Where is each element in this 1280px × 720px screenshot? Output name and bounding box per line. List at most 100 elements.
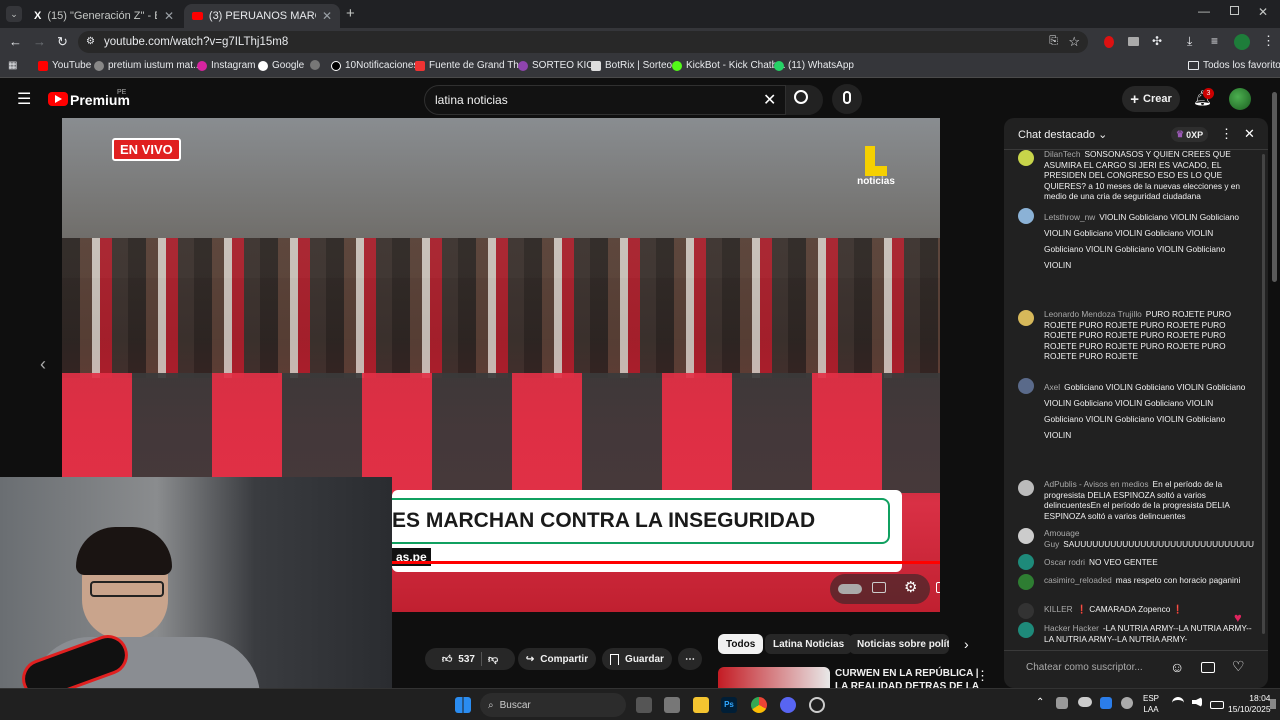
discord-icon[interactable] [780, 697, 796, 713]
bookmark-kickbot[interactable]: KickBot - Kick Chatb... [672, 60, 785, 71]
bookmark-google[interactable]: Google [258, 60, 304, 71]
more-actions-button[interactable]: ⋯ [678, 648, 702, 670]
autoplay-toggle[interactable] [838, 584, 862, 594]
install-app-icon[interactable]: ⎘ [1049, 35, 1058, 48]
bookmark-instagram[interactable]: Instagram [197, 60, 255, 71]
download-icon[interactable]: ⤓ [1187, 34, 1192, 49]
bookmark-whatsapp[interactable]: (11) WhatsApp [774, 60, 854, 71]
related-title-1[interactable]: CURWEN EN LA REPÚBLICA | [835, 668, 979, 679]
page-scrollbar[interactable] [1272, 92, 1277, 282]
chat-message: Letsthrow_nw VIOLIN Gobliciano VIOLIN Gob… [1044, 212, 1239, 270]
forward-icon[interactable]: → [33, 34, 46, 49]
chat-message: DilanTech SONSONASOS Y QUIEN CREES QUE AS… [1044, 149, 1241, 202]
x-icon: X [34, 10, 42, 22]
bookmark-globe[interactable] [310, 60, 320, 70]
tab-list-button[interactable]: ⌄ [6, 6, 22, 22]
notification-badge: 3 [1203, 88, 1214, 99]
extension-red-icon[interactable] [1104, 36, 1114, 48]
previous-arrow-icon[interactable]: ‹ [40, 354, 46, 375]
tab-x-search[interactable]: X (15) "Generación Z" - Buscar / X ✕ [26, 4, 182, 28]
back-icon[interactable]: ← [9, 34, 22, 49]
cloud-icon[interactable] [1078, 697, 1092, 707]
chat-mode-dropdown[interactable]: Chat destacado ⌄ [1018, 128, 1107, 141]
chat-scrollbar[interactable] [1262, 154, 1265, 634]
reload-icon[interactable]: ↻ [57, 34, 68, 50]
chat-message: Oscar rodri NO VEO GENTEE [1044, 557, 1158, 567]
chat-input[interactable]: Chatear como suscriptor... [1026, 662, 1143, 673]
bookmark-10notificaciones[interactable]: 10Notificaciones [331, 60, 418, 71]
clear-search-icon[interactable]: ✕ [763, 90, 776, 110]
app-circle-icon[interactable] [809, 697, 825, 713]
share-button[interactable]: ↪ Compartir [518, 648, 596, 670]
restore-icon[interactable] [1230, 6, 1239, 15]
task-view-icon[interactable] [636, 697, 652, 713]
points-badge[interactable]: ♛ 0XP [1171, 127, 1209, 142]
avatar [1018, 480, 1034, 496]
heart-icon[interactable]: ♡ [1232, 658, 1245, 675]
like-button[interactable]: 👍︎ 537 👎︎ [425, 648, 515, 670]
account-avatar[interactable] [1229, 88, 1251, 110]
thumbs-down-icon: 👎︎ [487, 654, 499, 665]
chip-next-icon[interactable]: › [964, 636, 969, 652]
wifi-icon[interactable] [1172, 697, 1184, 709]
photoshop-icon[interactable]: Ps [721, 697, 737, 713]
bookmark-all-favorites[interactable]: Todos los favoritos [1188, 60, 1280, 71]
bookmark-star-icon[interactable]: ☆ [1068, 34, 1080, 50]
notification-center-icon[interactable] [1270, 699, 1276, 709]
browser-menu-icon[interactable]: ⋮ [1262, 33, 1275, 49]
search-input[interactable]: latina noticias ✕ [424, 85, 823, 115]
media-control-icon[interactable]: ≡ [1211, 34, 1218, 48]
channel-logo: noticias [852, 146, 900, 192]
chat-menu-icon[interactable]: ⋮ [1220, 126, 1233, 142]
language-indicator[interactable]: ESP LAA [1143, 693, 1159, 715]
app-icon[interactable] [664, 697, 680, 713]
minimize-icon[interactable]: — [1198, 4, 1210, 18]
extension-icon[interactable] [1128, 37, 1139, 46]
close-icon[interactable]: ✕ [322, 9, 332, 23]
menu-icon[interactable]: ☰ [17, 89, 31, 109]
tray-icon[interactable] [1056, 697, 1068, 709]
plus-icon: + [1130, 90, 1139, 108]
extensions-puzzle-icon[interactable]: ✣ [1152, 34, 1162, 48]
create-button[interactable]: + Crear [1122, 86, 1180, 112]
tray-icon[interactable] [1121, 697, 1133, 709]
bookmark-pretium[interactable]: pretium iustum mat... [94, 60, 201, 71]
site-info-icon[interactable]: ⚙ [86, 36, 95, 47]
bookmark-fuente[interactable]: Fuente de Grand Th... [415, 60, 527, 71]
url-bar[interactable]: ⚙ youtube.com/watch?v=g7ILThj15m8 ⎘ ☆ [78, 31, 1088, 53]
related-thumbnail[interactable] [718, 667, 830, 688]
new-tab-button[interactable]: + [346, 5, 355, 22]
volume-icon[interactable] [1192, 697, 1202, 707]
bookmark-youtube[interactable]: YouTube [38, 60, 91, 71]
taskbar-search[interactable]: ⌕ Buscar [480, 693, 626, 717]
subtitles-icon[interactable] [872, 582, 886, 593]
bookmark-botrix[interactable]: BotRix | Sorteos [591, 60, 677, 71]
settings-gear-icon[interactable]: ⚙ [904, 578, 917, 596]
window-close-icon[interactable]: ✕ [1258, 5, 1268, 19]
battery-icon[interactable] [1210, 701, 1224, 709]
windows-start-icon[interactable] [455, 697, 471, 713]
super-chat-icon[interactable] [1201, 662, 1215, 673]
bookmark-sorteo-kick[interactable]: SORTEO KICK [518, 60, 600, 71]
chevron-down-icon: ⌄ [1098, 129, 1108, 141]
chip-todos[interactable]: Todos [718, 634, 764, 654]
tab-youtube[interactable]: (3) PERUANOS MARCHAN ✕ [184, 4, 340, 28]
clock[interactable]: 18:04 15/10/2025 [1228, 693, 1271, 715]
search-icon: ⌕ [488, 699, 494, 711]
progress-bar[interactable] [392, 561, 940, 564]
miniplayer-icon[interactable] [936, 582, 940, 593]
save-button[interactable]: Guardar [602, 648, 672, 670]
chat-close-icon[interactable]: ✕ [1244, 126, 1255, 142]
close-icon[interactable]: ✕ [164, 9, 174, 23]
file-explorer-icon[interactable] [693, 697, 709, 713]
profile-avatar[interactable] [1234, 34, 1250, 50]
chip-latina-noticias[interactable]: Latina Noticias [765, 634, 853, 654]
chrome-icon[interactable] [751, 697, 767, 713]
emoji-icon[interactable]: ☺ [1170, 659, 1184, 675]
chip-noticias-politica[interactable]: Noticias sobre política [849, 634, 949, 654]
tray-chevron-icon[interactable]: ⌃ [1036, 697, 1044, 708]
related-title-2[interactable]: LA REALIDAD DETRÁS DE LA [835, 681, 979, 688]
related-more-icon[interactable]: ⋮ [976, 668, 989, 684]
tray-icon[interactable] [1100, 697, 1112, 709]
apps-icon[interactable]: ▦ [8, 60, 17, 71]
